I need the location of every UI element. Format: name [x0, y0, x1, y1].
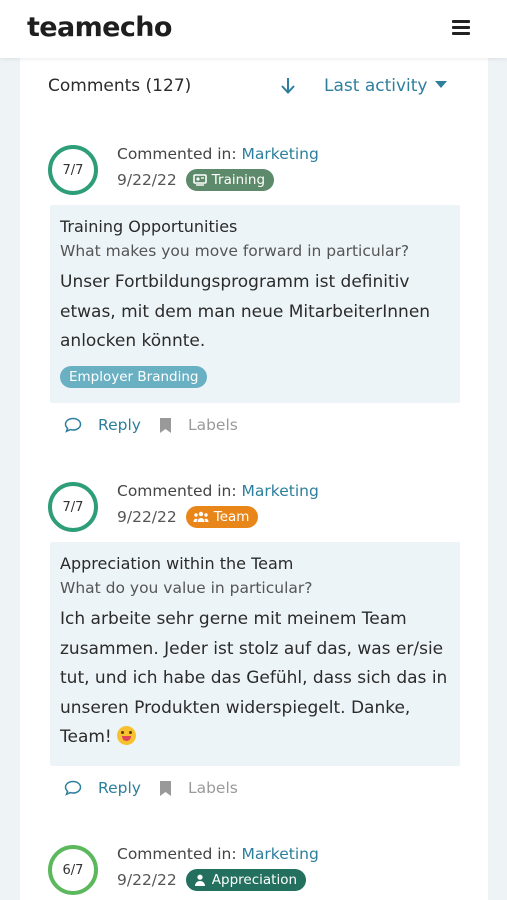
bookmark-icon[interactable]: [159, 780, 172, 797]
comment-bubble-icon[interactable]: [64, 417, 82, 433]
category-label: Training: [211, 172, 266, 188]
commented-in: Commented in: Marketing: [117, 482, 319, 500]
commented-in-link[interactable]: Marketing: [242, 845, 319, 863]
score-value: 7/7: [62, 499, 84, 515]
score-value: 6/7: [62, 862, 84, 878]
commented-in-label: Commented in:: [117, 482, 242, 500]
category-badge: Training: [185, 169, 275, 191]
score-value: 7/7: [62, 162, 84, 178]
commented-in: Commented in: Marketing: [117, 845, 319, 863]
comment-card: 7/7 Commented in: Marketing 9/22/22 Team…: [48, 482, 460, 812]
labels-button[interactable]: Labels: [188, 416, 238, 434]
appreciation-icon: [194, 874, 205, 886]
comment-question: What makes you move forward in particula…: [60, 242, 410, 260]
category-badge: Appreciation: [185, 869, 307, 891]
comment-text-content: Ich arbeite sehr gerne mit meinem Team z…: [60, 609, 448, 747]
comment-meta: 9/22/22 Team: [117, 506, 259, 528]
comment-meta: 9/22/22 Appreciation: [117, 869, 307, 891]
label-tag[interactable]: Employer Branding: [60, 365, 208, 388]
sort-select[interactable]: Last activity: [324, 76, 448, 96]
category-label: Team: [213, 509, 250, 525]
reply-button[interactable]: Reply: [98, 416, 141, 434]
commented-in-label: Commented in:: [117, 145, 242, 163]
commented-in-link[interactable]: Marketing: [242, 482, 319, 500]
comment-date: 9/22/22: [117, 171, 177, 189]
bookmark-icon[interactable]: [159, 417, 172, 434]
comment-card: 7/7 Commented in: Marketing 9/22/22 Trai…: [48, 145, 460, 445]
chevron-down-icon: [435, 81, 448, 88]
comment-date: 9/22/22: [117, 871, 177, 889]
score-ring: 6/7: [48, 845, 98, 895]
comment-content: Appreciation within the Team What do you…: [50, 542, 460, 766]
score-ring: 7/7: [48, 482, 98, 532]
comment-question: What do you value in particular?: [60, 579, 313, 597]
comments-heading: Comments (127): [48, 76, 192, 96]
comment-actions: Reply Labels: [64, 779, 238, 797]
category-label: Appreciation: [211, 872, 298, 888]
category-badge: Team: [185, 506, 259, 528]
comment-actions: Reply Labels: [64, 416, 238, 434]
comment-text: Unser Fortbildungsprogramm ist definitiv…: [60, 272, 431, 351]
sort-select-label: Last activity: [324, 76, 428, 96]
comment-bubble-icon[interactable]: [64, 780, 82, 796]
comment-meta: 9/22/22 Training: [117, 169, 275, 191]
team-icon: [193, 511, 209, 522]
comment-date: 9/22/22: [117, 508, 177, 526]
commented-in: Commented in: Marketing: [117, 145, 319, 163]
comment-content: Training Opportunities What makes you mo…: [50, 205, 460, 403]
commented-in-link[interactable]: Marketing: [242, 145, 319, 163]
commented-in-label: Commented in:: [117, 845, 242, 863]
comment-topic: Training Opportunities: [60, 217, 238, 236]
sort-direction-arrow-icon[interactable]: [279, 76, 297, 96]
logo[interactable]: teamecho: [27, 12, 172, 43]
labels-button[interactable]: Labels: [188, 779, 238, 797]
hamburger-menu-icon[interactable]: [452, 20, 470, 36]
reply-button[interactable]: Reply: [98, 779, 141, 797]
score-ring: 7/7: [48, 145, 98, 195]
emoji-icon: [117, 726, 137, 745]
comment-text: Ich arbeite sehr gerne mit meinem Team z…: [60, 605, 450, 753]
top-bar: teamecho: [0, 0, 507, 58]
training-icon: [192, 174, 207, 186]
comment-card: 6/7 Commented in: Marketing 9/22/22 Appr…: [48, 845, 460, 900]
comment-topic: Appreciation within the Team: [60, 554, 294, 573]
